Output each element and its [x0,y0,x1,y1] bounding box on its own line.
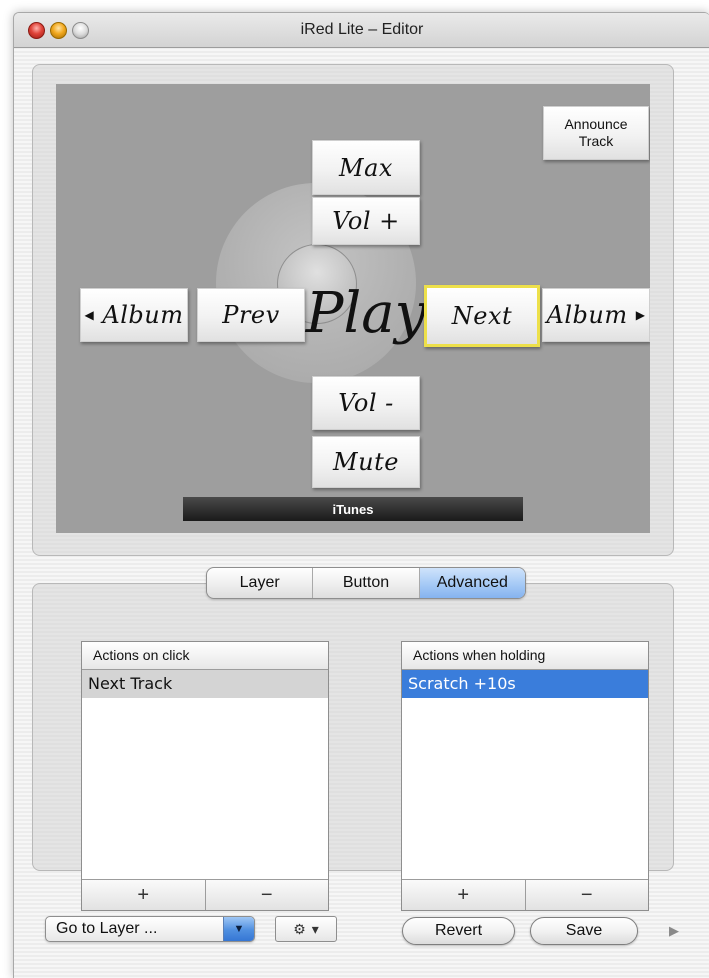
next-album-label: Album [546,301,628,329]
popup-arrow-icon: ▼ [223,917,254,941]
tab-button[interactable]: Button [313,568,420,598]
volume-down-label: Vol - [338,389,394,417]
hold-actions-list[interactable]: Actions when holding Scratch +10s + − [401,641,649,911]
announce-track-button[interactable]: Announce Track [543,106,649,160]
revert-button[interactable]: Revert [402,917,515,945]
gear-icon: ⚙ [293,920,306,937]
announce-line-1: Announce [564,116,628,132]
go-to-layer-popup[interactable]: Go to Layer ... ▼ [45,916,255,942]
device-name-bar: iTunes [183,497,523,521]
remote-canvas[interactable]: Announce Track Max Vol + ◀ Album Prev Pl… [56,84,650,533]
mute-label: Mute [333,448,399,476]
add-click-action-button[interactable]: + [82,880,206,910]
tab-layer[interactable]: Layer [207,568,314,598]
hold-actions-header[interactable]: Actions when holding [402,642,648,670]
click-actions-header[interactable]: Actions on click [82,642,328,670]
remove-hold-action-button[interactable]: − [526,880,649,910]
window-title: iRed Lite – Editor [300,21,424,38]
menu-arrow-icon: ▾ [311,920,319,937]
click-actions-list[interactable]: Actions on click Next Track + − [81,641,329,911]
play-label: Play [305,280,427,346]
next-track-label: Next [451,302,513,330]
go-to-layer-label: Go to Layer ... [56,920,158,937]
list-item[interactable]: Scratch +10s [402,670,648,698]
save-button[interactable]: Save [530,917,638,945]
action-menu-button[interactable]: ⚙ ▾ [275,916,337,942]
volume-down-button[interactable]: Vol - [312,376,420,430]
list-item[interactable]: Next Track [82,670,328,698]
left-triangle-icon: ◀ [84,308,95,322]
previous-album-label: Album [102,301,184,329]
right-triangle-icon: ▶ [635,308,646,322]
max-volume-button[interactable]: Max [312,140,420,195]
next-track-button[interactable]: Next [424,285,540,347]
play-button[interactable]: Play [306,268,427,358]
add-hold-action-button[interactable]: + [402,880,526,910]
next-album-button[interactable]: Album ▶ [542,288,650,342]
announce-line-2: Track [578,133,614,149]
volume-up-button[interactable]: Vol + [312,197,420,245]
volume-up-label: Vol + [332,207,400,235]
remove-click-action-button[interactable]: − [206,880,329,910]
disclosure-arrow-icon[interactable]: ▶ [669,923,679,939]
previous-album-button[interactable]: ◀ Album [80,288,188,342]
title-bar: iRed Lite – Editor [14,13,709,48]
max-volume-label: Max [339,153,393,182]
mute-button[interactable]: Mute [312,436,420,488]
previous-track-label: Prev [222,301,280,329]
click-actions-footer: + − [82,879,328,910]
inspector-tabs: Layer Button Advanced [206,567,526,599]
tab-advanced[interactable]: Advanced [419,568,525,598]
hold-actions-footer: + − [402,879,648,910]
previous-track-button[interactable]: Prev [197,288,305,342]
